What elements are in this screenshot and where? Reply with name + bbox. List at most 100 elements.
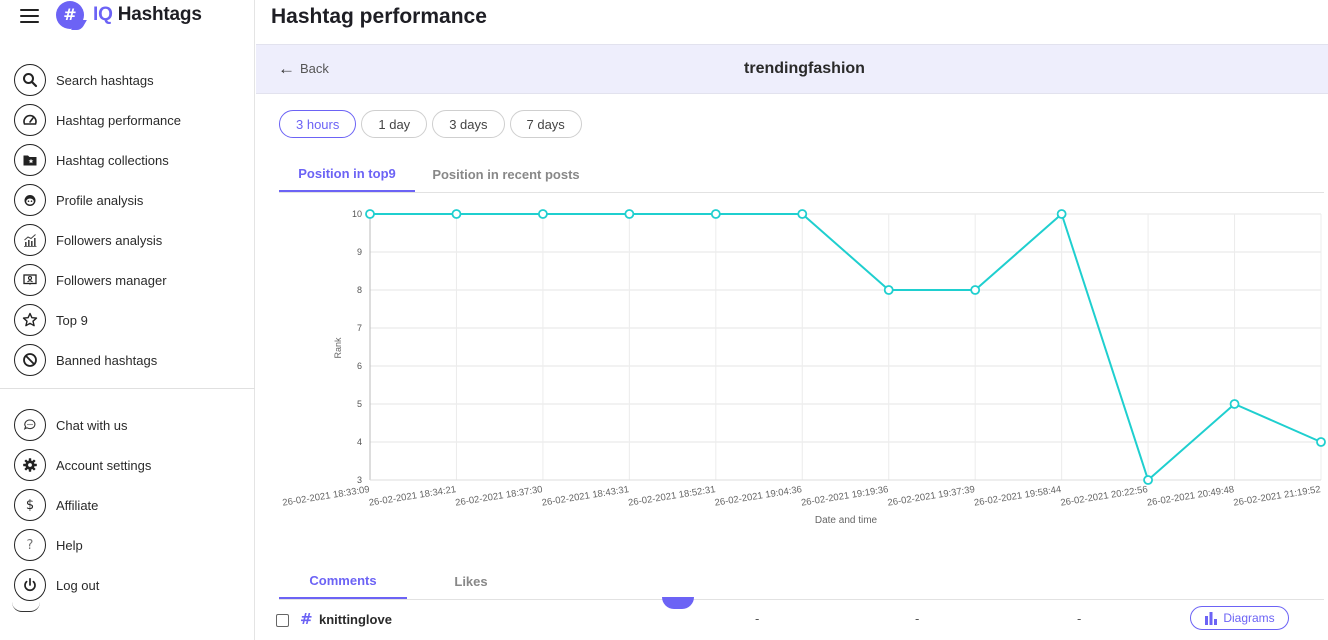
bar-chart-icon (1205, 611, 1218, 625)
partial-nav-icon (12, 602, 40, 612)
hashtag-title: trendingfashion (744, 60, 865, 77)
range-3-hours[interactable]: 3 hours (279, 110, 357, 138)
sidebar-item-label: Profile analysis (56, 192, 144, 208)
x-tick-label: 26-02-2021 18:52:31 (627, 484, 716, 509)
y-tick-label: 6 (357, 361, 362, 371)
data-point (1229, 399, 1240, 409)
series-line (370, 212, 1322, 482)
face-icon (14, 184, 46, 216)
dollar-icon: $ (14, 489, 46, 521)
x-tick-label: 26-02-2021 18:33:09 (282, 484, 371, 509)
sidebar-item-affiliate[interactable]: $ Affiliate (14, 485, 151, 525)
ban-icon (14, 344, 46, 376)
sidebar-item-label: Log out (56, 577, 100, 593)
x-tick-label: 26-02-2021 20:49:48 (1146, 484, 1235, 509)
time-range-selector: 3 hours 1 day 3 days 7 days (279, 110, 582, 138)
sidebar-item-log-out[interactable]: Log out (14, 565, 151, 605)
sidebar-item-label: Hashtag collections (56, 152, 169, 168)
row-checkbox[interactable] (276, 614, 289, 627)
tab-likes[interactable]: Likes (407, 563, 535, 599)
sidebar-item-help[interactable]: ? Help (14, 525, 151, 565)
x-tick-label: 26-02-2021 18:37:30 (455, 484, 544, 509)
row-value: - (915, 612, 920, 626)
hashtag-header: ← Back trendingfashion (256, 44, 1328, 94)
x-tick-label: 26-02-2021 19:19:36 (800, 484, 889, 509)
sidebar-nav-secondary: Chat with us Account settings $ Affiliat… (14, 405, 151, 605)
y-tick-label: 10 (352, 209, 362, 219)
logo[interactable]: # IQ Hashtags (56, 1, 202, 30)
tab-position-in-top9[interactable]: Position in top9 (279, 156, 415, 192)
range-3-days[interactable]: 3 days (432, 110, 505, 138)
x-tick-label: 26-02-2021 21:19:52 (1233, 484, 1322, 509)
data-point (365, 209, 375, 219)
row-value: - (755, 612, 760, 626)
tab-comments[interactable]: Comments (279, 563, 407, 599)
sidebar-item-banned-hashtags[interactable]: Banned hashtags (14, 340, 181, 380)
folder-star-icon (14, 144, 46, 176)
page-title: Hashtag performance (271, 5, 487, 28)
data-point (538, 209, 548, 219)
y-tick-label: 9 (357, 247, 362, 257)
sidebar-item-label: Followers analysis (56, 232, 163, 248)
question-icon: ? (14, 529, 46, 561)
range-7-days[interactable]: 7 days (509, 110, 582, 138)
tab-position-in-recent-posts[interactable]: Position in recent posts (415, 156, 597, 192)
logo-icon: # (56, 1, 87, 30)
x-tick-label: 26-02-2021 18:43:31 (541, 484, 630, 509)
data-point (1316, 437, 1326, 447)
chart-tabs: Position in top9 Position in recent post… (279, 156, 1324, 193)
diagrams-button[interactable]: Diagrams (1190, 606, 1289, 630)
user-screen-icon (14, 264, 46, 296)
data-point (970, 285, 981, 295)
gauge-icon (14, 104, 46, 136)
x-tick-label: 26-02-2021 19:58:44 (973, 484, 1062, 509)
sidebar-item-label: Banned hashtags (56, 352, 158, 368)
data-point (797, 209, 808, 219)
sidebar-item-label: Chat with us (56, 417, 128, 433)
data-point (710, 209, 721, 219)
main-content: Hashtag performance ← Back trendingfashi… (256, 0, 1328, 640)
sidebar-item-followers-manager[interactable]: Followers manager (14, 260, 181, 300)
sidebar-item-label: Top 9 (56, 312, 88, 328)
x-tick-label: 26-02-2021 18:34:21 (368, 484, 457, 509)
sidebar-item-label: Search hashtags (56, 72, 154, 88)
chat-icon (14, 409, 46, 441)
chart-series (365, 209, 1326, 485)
sidebar-item-chat-with-us[interactable]: Chat with us (14, 405, 151, 445)
range-1-day[interactable]: 1 day (361, 110, 428, 138)
sidebar-item-hashtag-collections[interactable]: Hashtag collections (14, 140, 181, 180)
y-axis-ticks: 3 4 5 6 7 8 9 10 (352, 209, 362, 485)
hashtag-label[interactable]: knittinglove (319, 612, 392, 627)
data-point (1143, 475, 1153, 485)
sidebar-item-hashtag-performance[interactable]: Hashtag performance (14, 100, 181, 140)
x-tick-label: 26-02-2021 19:37:39 (887, 484, 976, 509)
sidebar-item-account-settings[interactable]: Account settings (14, 445, 151, 485)
sidebar-divider (0, 388, 255, 389)
floating-action-button[interactable] (662, 597, 694, 609)
menu-icon[interactable] (20, 9, 39, 23)
data-point (883, 285, 894, 295)
sidebar-item-top-9[interactable]: Top 9 (14, 300, 181, 340)
sidebar-item-label: Help (56, 537, 83, 553)
sidebar-nav-main: Search hashtags Hashtag performance Hash… (14, 60, 181, 380)
y-axis-label: Rank (333, 337, 343, 359)
x-tick-label: 26-02-2021 20:22:56 (1060, 484, 1149, 509)
search-icon (14, 64, 46, 96)
sidebar-item-search-hashtags[interactable]: Search hashtags (14, 60, 181, 100)
metric-tabs: Comments Likes (279, 563, 1324, 600)
x-axis-ticks: 26-02-2021 18:33:0926-02-2021 18:34:2126… (282, 484, 1322, 509)
data-point (624, 209, 635, 219)
diagrams-label: Diagrams (1223, 611, 1275, 625)
table-row: # knittinglove - - - Diagrams (275, 606, 1325, 640)
sidebar-item-label: Hashtag performance (56, 112, 182, 128)
sidebar-item-profile-analysis[interactable]: Profile analysis (14, 180, 181, 220)
star-icon (14, 304, 46, 336)
sidebar-item-followers-analysis[interactable]: Followers analysis (14, 220, 181, 260)
y-tick-label: 7 (357, 323, 362, 333)
growth-chart-icon (14, 224, 46, 256)
x-axis-label: Date and time (815, 515, 878, 526)
sidebar-item-label: Followers manager (56, 272, 167, 288)
x-tick-label: 26-02-2021 19:04:36 (714, 484, 803, 509)
gear-icon (14, 449, 46, 481)
y-tick-label: 5 (357, 399, 362, 409)
